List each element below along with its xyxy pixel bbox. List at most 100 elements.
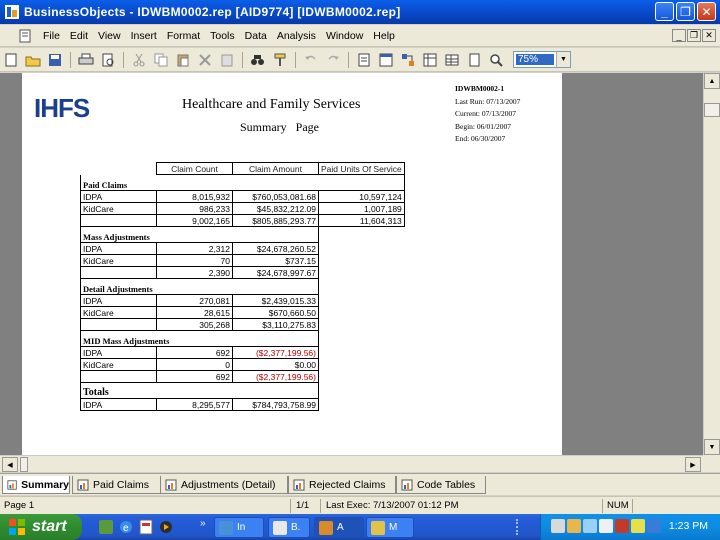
scroll-down-icon[interactable]: ▼ — [704, 439, 720, 455]
zoom-icon[interactable] — [487, 51, 505, 69]
last-run: Last Run: 07/13/2007 — [455, 96, 521, 106]
restore-button[interactable]: ❐ — [676, 2, 695, 21]
report-page: IHFS Healthcare and Family Services Summ… — [22, 73, 562, 455]
menu-bar: File Edit View Insert Format Tools Data … — [0, 25, 720, 47]
start-button[interactable]: start — [0, 514, 82, 540]
claim-count: 70 — [156, 254, 233, 267]
row-label: IDPA — [80, 190, 157, 203]
subtotal-row: 2,390 $24,678,997.67 — [80, 266, 405, 279]
tray-security-icon[interactable] — [567, 519, 581, 533]
menu-tools[interactable]: Tools — [205, 30, 240, 42]
quicklaunch-app-icon[interactable] — [98, 519, 114, 535]
section-header: Paid Claims — [80, 174, 405, 191]
print-icon[interactable] — [77, 51, 95, 69]
hfs-logo: IHFS — [34, 93, 90, 123]
delete-icon[interactable] — [196, 51, 214, 69]
scroll-thumb[interactable] — [20, 457, 28, 472]
new-document-icon[interactable] — [2, 51, 20, 69]
subtotal-units: 11,604,313 — [318, 214, 405, 227]
taskbar-item-businessobjects[interactable]: B. — [268, 517, 310, 538]
menu-analysis[interactable]: Analysis — [272, 30, 321, 42]
outlook-icon — [219, 520, 233, 535]
scroll-right-icon[interactable]: ▶ — [685, 457, 701, 472]
zoom-select[interactable]: 75% ▼ — [513, 51, 571, 68]
tray-antivirus-icon[interactable] — [615, 519, 629, 533]
claim-amount: $784,793,758.99 — [232, 398, 319, 411]
report-id: IDWBM0002-1 — [455, 84, 505, 93]
menu-data[interactable]: Data — [240, 30, 272, 42]
open-folder-icon[interactable] — [24, 51, 42, 69]
save-icon[interactable] — [46, 51, 64, 69]
table-row: KidCare 70 $737.15 — [80, 254, 405, 267]
quicklaunch-overflow-icon[interactable]: » — [200, 518, 206, 529]
taskbar-clock[interactable]: 1:23 PM — [669, 520, 708, 532]
tray-printer-icon[interactable] — [599, 519, 613, 533]
tab-summary[interactable]: Summary — [2, 476, 70, 494]
menu-format[interactable]: Format — [162, 30, 205, 42]
tray-network-icon[interactable] — [551, 519, 565, 533]
scroll-thumb[interactable] — [704, 103, 720, 117]
minimize-button[interactable]: _ — [655, 2, 674, 21]
report-manager-icon[interactable] — [355, 51, 373, 69]
tray-volume-icon[interactable] — [631, 519, 645, 533]
tab-rejected-claims[interactable]: Rejected Claims — [288, 476, 396, 494]
row-label: KidCare — [80, 254, 157, 267]
doc-restore-button[interactable]: ❐ — [687, 29, 701, 42]
print-preview-icon[interactable] — [99, 51, 117, 69]
scroll-up-icon[interactable]: ▲ — [704, 73, 720, 89]
toolbar-gripper — [516, 519, 522, 535]
menu-insert[interactable]: Insert — [126, 30, 162, 42]
report-tab-icon — [293, 479, 305, 490]
taskbar-item-inbox[interactable]: In — [214, 517, 264, 538]
vertical-scrollbar[interactable]: ▲ ▼ — [703, 73, 720, 455]
table-icon[interactable] — [443, 51, 461, 69]
page-layout-icon[interactable] — [465, 51, 483, 69]
menu-view[interactable]: View — [93, 30, 126, 42]
taskbar-item-access[interactable]: A — [314, 517, 364, 538]
paste-icon[interactable] — [174, 51, 192, 69]
quicklaunch-doc-icon[interactable] — [138, 519, 154, 535]
table-row: IDPA 8,295,577 $784,793,758.99 — [80, 398, 405, 411]
menu-window[interactable]: Window — [321, 30, 368, 42]
menu-help[interactable]: Help — [368, 30, 400, 42]
tab-code-tables[interactable]: Code Tables — [396, 476, 486, 494]
doc-close-button[interactable]: ✕ — [702, 29, 716, 42]
format-painter-icon[interactable] — [271, 51, 289, 69]
doc-minimize-button[interactable]: _ — [672, 29, 686, 42]
table-row: KidCare 0 $0.00 — [80, 358, 405, 371]
menu-file[interactable]: File — [38, 30, 65, 42]
businessobjects-icon — [273, 520, 287, 535]
structure-view-icon[interactable] — [377, 51, 395, 69]
find-icon[interactable] — [249, 51, 267, 69]
task-label: A — [337, 522, 344, 533]
status-page-count: 1/1 — [296, 500, 310, 511]
slice-dice-icon[interactable] — [399, 51, 417, 69]
horizontal-scrollbar[interactable]: ◀ ▶ — [0, 455, 703, 472]
title-bar: BusinessObjects - IDWBM0002.rep [AID9774… — [0, 0, 720, 24]
tab-paid-claims[interactable]: Paid Claims — [72, 476, 162, 494]
menu-edit[interactable]: Edit — [65, 30, 93, 42]
drill-icon[interactable] — [421, 51, 439, 69]
internet-explorer-icon[interactable]: e — [118, 519, 134, 535]
report-tab-icon — [77, 479, 89, 490]
taskbar-item-m[interactable]: M — [366, 517, 414, 538]
tray-update-icon[interactable] — [647, 519, 661, 533]
row-label: IDPA — [80, 398, 157, 411]
scroll-left-icon[interactable]: ◀ — [2, 457, 18, 472]
media-player-icon[interactable] — [158, 519, 174, 535]
clipboard-icon[interactable] — [218, 51, 236, 69]
close-button[interactable]: ✕ — [697, 2, 716, 21]
tray-monitor-icon[interactable] — [583, 519, 597, 533]
section-header: Detail Adjustments — [80, 278, 319, 295]
subtotal-amount: $3,110,275.83 — [232, 318, 319, 331]
chevron-down-icon[interactable]: ▼ — [556, 52, 570, 67]
cut-icon[interactable] — [130, 51, 148, 69]
table-row: IDPA 692 ($2,377,199.56) — [80, 346, 405, 359]
claim-amount: $760,053,081.68 — [232, 190, 319, 203]
undo-icon[interactable] — [302, 51, 320, 69]
tab-adjustments-detail[interactable]: Adjustments (Detail) — [160, 476, 288, 494]
copy-icon[interactable] — [152, 51, 170, 69]
redo-icon[interactable] — [324, 51, 342, 69]
folder-icon — [371, 520, 385, 535]
scroll-corner — [703, 455, 720, 472]
